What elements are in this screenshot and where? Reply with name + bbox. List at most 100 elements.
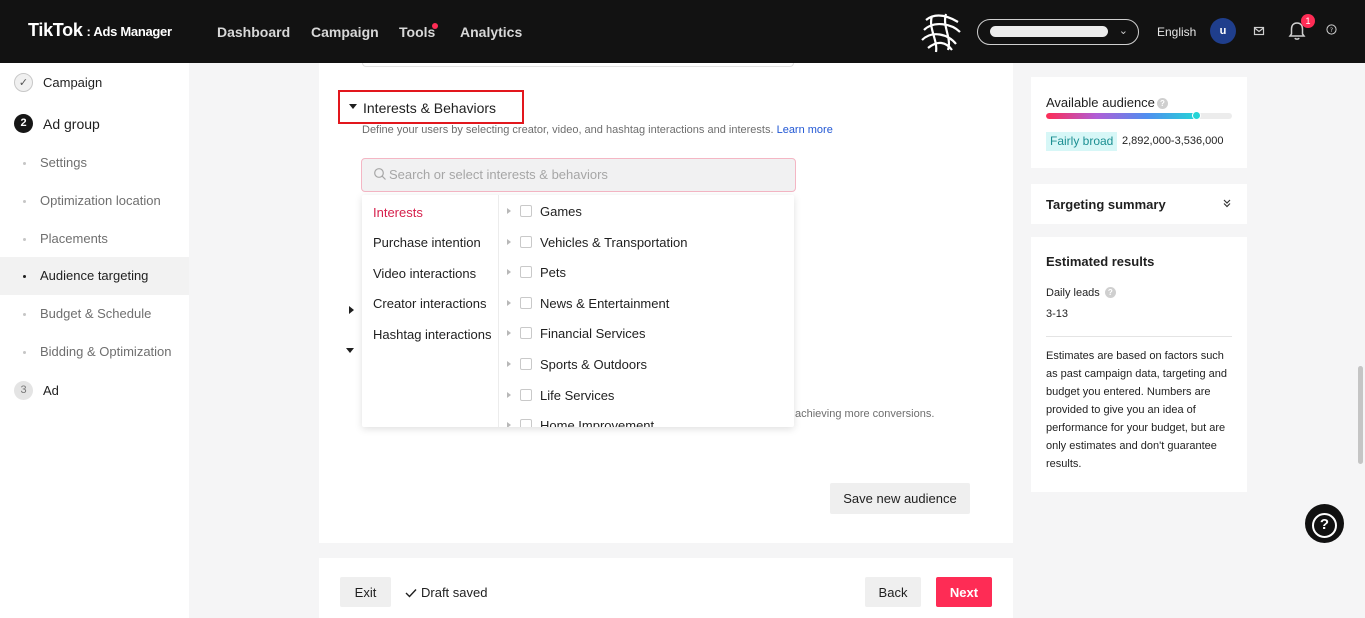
brand-name: TikTok	[28, 20, 83, 40]
daily-leads-label: Daily leads ?	[1046, 287, 1116, 299]
targeting-summary-card[interactable]: Targeting summary	[1031, 184, 1247, 224]
sidebar-item-budget-schedule[interactable]: Budget & Schedule	[0, 295, 189, 333]
redacted-scribble-icon	[921, 13, 961, 53]
category-hashtag-interactions[interactable]: Hashtag interactions	[373, 327, 492, 342]
nav-tools[interactable]: Tools	[399, 24, 435, 40]
nav-campaign[interactable]: Campaign	[311, 24, 379, 40]
interests-dropdown: Interests Purchase intention Video inter…	[362, 195, 794, 427]
option-home-improvement[interactable]: Home Improvement	[507, 416, 654, 427]
expand-caret-icon[interactable]	[507, 300, 511, 306]
help-icon[interactable]: ?	[1326, 24, 1337, 35]
targeting-summary-title: Targeting summary	[1046, 197, 1166, 212]
checkbox[interactable]	[520, 389, 532, 401]
audience-breadth-badge: Fairly broad	[1046, 132, 1118, 151]
sidebar-item-placements[interactable]: Placements	[0, 220, 189, 258]
option-vehicles-transportation[interactable]: Vehicles & Transportation	[507, 233, 687, 251]
checkbox[interactable]	[520, 419, 532, 427]
option-label: Vehicles & Transportation	[540, 234, 688, 250]
interests-behaviors-toggle[interactable]: Interests & Behaviors	[338, 90, 524, 124]
available-audience-card: Available audience? Fairly broad 2,892,0…	[1031, 77, 1247, 168]
expand-caret-icon[interactable]	[507, 269, 511, 275]
estimates-disclaimer: Estimates are based on factors such as p…	[1046, 350, 1228, 470]
expand-caret-icon[interactable]	[507, 361, 511, 367]
estimated-results-title: Estimated results	[1046, 254, 1155, 269]
category-video-interactions[interactable]: Video interactions	[373, 266, 476, 281]
caret-down-icon[interactable]	[346, 348, 354, 353]
question-icon: ?	[1312, 513, 1337, 538]
sidebar-item-bidding-optimization[interactable]: Bidding & Optimization	[0, 333, 189, 371]
step-campaign[interactable]: ✓ Campaign	[14, 73, 102, 92]
expand-caret-icon[interactable]	[507, 422, 511, 427]
option-games[interactable]: Games	[507, 202, 582, 220]
back-button[interactable]: Back	[865, 577, 921, 607]
daily-leads-text: Daily leads	[1046, 287, 1100, 299]
sidebar-item-audience-targeting[interactable]: Audience targeting	[0, 257, 189, 295]
info-icon[interactable]: ?	[1156, 98, 1168, 109]
category-creator-interactions[interactable]: Creator interactions	[373, 296, 486, 311]
brand-logo[interactable]: TikTok: Ads Manager	[28, 20, 172, 41]
sidebar-item-optimization-location[interactable]: Optimization location	[0, 182, 189, 220]
audience-breadth-fill	[1046, 113, 1197, 119]
help-chat-button[interactable]: ?	[1305, 504, 1344, 543]
category-interests[interactable]: Interests	[373, 205, 423, 220]
account-selector[interactable]: ⌄	[977, 19, 1139, 45]
option-news-entertainment[interactable]: News & Entertainment	[507, 294, 669, 312]
nav-analytics[interactable]: Analytics	[460, 24, 522, 40]
option-life-services[interactable]: Life Services	[507, 386, 614, 404]
avatar[interactable]: u	[1210, 18, 1236, 44]
search-placeholder: Search or select interests & behaviors	[389, 167, 608, 182]
save-new-audience-button[interactable]: Save new audience	[830, 483, 970, 514]
option-financial-services[interactable]: Financial Services	[507, 324, 646, 342]
language-selector[interactable]: English	[1157, 25, 1196, 39]
step-campaign-label: Campaign	[43, 75, 103, 90]
caret-down-icon	[349, 104, 357, 109]
expand-caret-icon[interactable]	[507, 392, 511, 398]
section-title: Interests & Behaviors	[363, 100, 497, 116]
step-number: 2	[14, 114, 33, 133]
redacted-account-name	[990, 26, 1108, 37]
daily-leads-value: 3-13	[1046, 308, 1069, 320]
notification-badge: 1	[1301, 14, 1315, 28]
search-icon	[374, 168, 386, 180]
expand-caret-icon[interactable]	[507, 208, 511, 214]
description-text: Define your users by selecting creator, …	[362, 124, 774, 136]
exit-button[interactable]: Exit	[340, 577, 391, 607]
next-button[interactable]: Next	[936, 577, 992, 607]
expand-caret-icon[interactable]	[507, 239, 511, 245]
message-icon[interactable]	[1253, 25, 1265, 37]
option-pets[interactable]: Pets	[507, 263, 566, 281]
option-label: Home Improvement	[540, 417, 655, 428]
expand-caret-icon[interactable]	[507, 330, 511, 336]
checkbox[interactable]	[520, 266, 532, 278]
sidebar-item-settings[interactable]: Settings	[0, 144, 189, 182]
info-icon[interactable]: ?	[1104, 287, 1116, 298]
obscured-help-text: achieving more conversions.	[795, 408, 935, 420]
step-ad-group[interactable]: 2 Ad group	[14, 114, 100, 133]
svg-text:?: ?	[1330, 26, 1333, 34]
category-list: Interests Purchase intention Video inter…	[362, 195, 499, 427]
option-label: Games	[540, 203, 582, 219]
checkbox[interactable]	[520, 327, 532, 339]
tools-notification-dot	[432, 23, 438, 29]
nav-dashboard[interactable]: Dashboard	[217, 24, 290, 40]
footer-bar: Exit Draft saved Back Next	[319, 558, 1013, 618]
caret-right-icon[interactable]	[349, 306, 354, 314]
option-sports-outdoors[interactable]: Sports & Outdoors	[507, 355, 647, 373]
check-icon: ✓	[14, 73, 33, 92]
step-ad[interactable]: 3 Ad	[14, 381, 59, 400]
sidebar: ✓ Campaign 2 Ad group Settings Optimizat…	[0, 63, 189, 618]
double-chevron-down-icon[interactable]	[1222, 198, 1232, 208]
draft-status: Draft saved	[405, 585, 487, 600]
learn-more-link[interactable]: Learn more	[777, 124, 833, 136]
checkbox[interactable]	[520, 236, 532, 248]
step-ad-label: Ad	[43, 383, 59, 398]
checkbox[interactable]	[520, 297, 532, 309]
category-purchase-intention[interactable]: Purchase intention	[373, 235, 481, 250]
top-bar: TikTok: Ads Manager Dashboard Campaign T…	[0, 0, 1365, 63]
page-scrollbar[interactable]	[1358, 366, 1363, 464]
interests-search-input[interactable]: Search or select interests & behaviors	[361, 158, 796, 192]
checkbox[interactable]	[520, 205, 532, 217]
previous-field-edge	[362, 63, 794, 67]
check-icon	[405, 588, 417, 598]
checkbox[interactable]	[520, 358, 532, 370]
